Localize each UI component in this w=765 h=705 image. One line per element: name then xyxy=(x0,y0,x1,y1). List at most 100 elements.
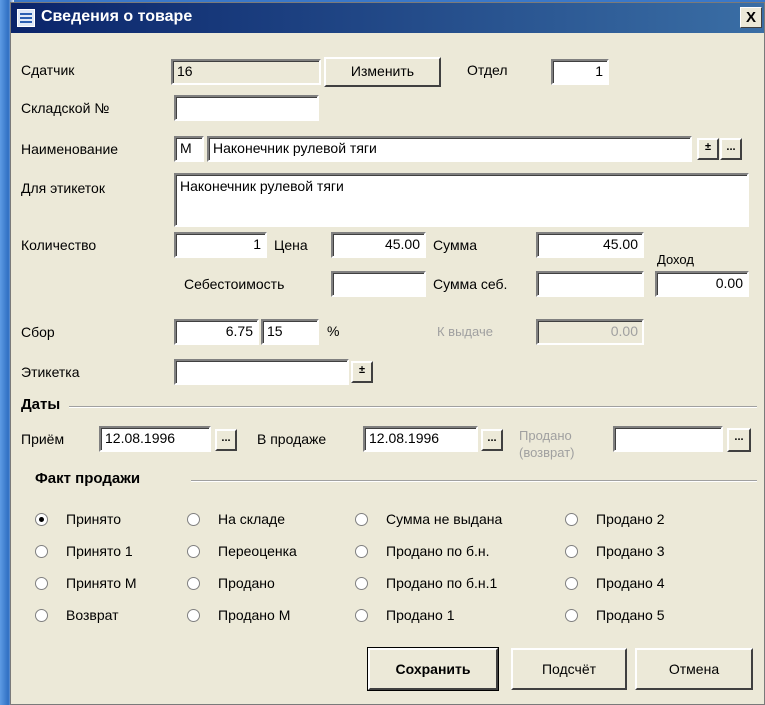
consignor-label: Сдатчик xyxy=(21,62,75,78)
sale-fact-option-label: На складе xyxy=(218,511,285,527)
received-date-label: Приём xyxy=(21,431,65,447)
consignor-field[interactable]: 16 xyxy=(171,59,321,85)
name-prefix-field[interactable]: М xyxy=(174,136,204,162)
label-text-field[interactable]: Наконечник рулевой тяги xyxy=(174,173,749,227)
sum-field[interactable]: 45.00 xyxy=(536,232,644,258)
sale-fact-option-label: Продано xyxy=(218,575,275,591)
payout-field: 0.00 xyxy=(536,319,644,345)
received-date-field[interactable]: 12.08.1996 xyxy=(99,426,211,452)
sale-fact-option-label: Продано 3 xyxy=(596,543,665,559)
sale-fact-option-label: Продано 5 xyxy=(596,607,665,623)
sale-fact-option-label: Сумма не выдана xyxy=(386,511,503,527)
quantity-label: Количество xyxy=(21,237,97,253)
department-field[interactable]: 1 xyxy=(551,59,609,85)
sale-fact-option[interactable]: Сумма не выдана xyxy=(355,511,502,527)
radio-button-icon[interactable] xyxy=(565,545,578,558)
fee-percent-field[interactable]: 15 xyxy=(261,319,319,345)
sale-fact-group-title: Факт продажи xyxy=(35,470,141,487)
radio-button-icon[interactable] xyxy=(35,577,48,590)
label-text-label: Для этикеток xyxy=(21,180,105,196)
radio-button-icon[interactable] xyxy=(355,513,368,526)
sale-fact-option[interactable]: Продано по б.н. xyxy=(355,543,489,559)
cancel-button[interactable]: Отмена xyxy=(635,648,753,690)
sale-fact-option[interactable]: Переоценка xyxy=(187,543,297,559)
tag-select[interactable] xyxy=(174,359,349,385)
sale-fact-option[interactable]: Продано 5 xyxy=(565,607,664,623)
sold-date-field[interactable] xyxy=(613,426,723,452)
quantity-field[interactable]: 1 xyxy=(174,232,267,258)
cost-sum-field[interactable] xyxy=(536,271,644,297)
on-sale-date-label: В продаже xyxy=(257,431,327,447)
count-button[interactable]: Подсчёт xyxy=(511,648,627,690)
sale-fact-option-label: Продано по б.н.1 xyxy=(386,575,498,591)
sold-date-picker-button[interactable]: ... xyxy=(727,428,751,452)
on-sale-date-picker-button[interactable]: ... xyxy=(481,429,503,451)
radio-button-icon[interactable] xyxy=(355,577,368,590)
sold-date-label: Продано (возврат) xyxy=(519,427,575,461)
warehouse-number-label: Складской № xyxy=(21,100,110,116)
title-bar: Сведения о товаре X xyxy=(11,3,764,33)
sale-fact-option[interactable]: Продано 1 xyxy=(355,607,454,623)
sale-fact-option[interactable]: Продано xyxy=(187,575,275,591)
radio-button-icon[interactable] xyxy=(187,513,200,526)
sale-fact-option[interactable]: Продано 3 xyxy=(565,543,664,559)
sale-fact-option-label: Принято М xyxy=(66,575,137,591)
radio-button-icon[interactable] xyxy=(565,577,578,590)
payout-label: К выдаче xyxy=(437,324,493,339)
price-label: Цена xyxy=(274,237,308,253)
product-info-dialog: Сведения о товаре X Сдатчик 16 Изменить … xyxy=(10,2,765,705)
sale-fact-option[interactable]: Продано М xyxy=(187,607,290,623)
sale-fact-option-label: Продано по б.н. xyxy=(386,543,490,559)
sold-date-label-line2: (возврат) xyxy=(519,445,575,460)
sale-fact-option[interactable]: На складе xyxy=(187,511,285,527)
radio-button-icon[interactable] xyxy=(35,609,48,622)
price-field[interactable]: 45.00 xyxy=(331,232,426,258)
radio-button-icon[interactable] xyxy=(187,577,200,590)
department-label: Отдел xyxy=(467,62,508,78)
income-field[interactable]: 0.00 xyxy=(655,271,749,297)
name-dropdown-button[interactable]: ± xyxy=(697,138,719,160)
radio-button-icon[interactable] xyxy=(187,545,200,558)
change-button[interactable]: Изменить xyxy=(324,57,441,87)
sale-fact-option-label: Возврат xyxy=(66,607,119,623)
fee-field[interactable]: 6.75 xyxy=(174,319,259,345)
radio-button-icon[interactable] xyxy=(187,609,200,622)
name-ellipsis-button[interactable]: ... xyxy=(720,138,742,160)
sale-fact-option[interactable]: Продано 2 xyxy=(565,511,664,527)
radio-button-icon[interactable] xyxy=(35,545,48,558)
sum-label: Сумма xyxy=(433,237,477,253)
sale-fact-option-label: Переоценка xyxy=(218,543,297,559)
dates-group-title: Даты xyxy=(21,396,61,413)
radio-button-icon[interactable] xyxy=(355,545,368,558)
radio-button-icon[interactable] xyxy=(565,513,578,526)
sale-fact-option[interactable]: Возврат xyxy=(35,607,119,623)
save-button[interactable]: Сохранить xyxy=(367,647,499,691)
sale-fact-option[interactable]: Принято xyxy=(35,511,121,527)
sale-fact-option[interactable]: Принято М xyxy=(35,575,137,591)
dates-divider xyxy=(69,406,757,408)
received-date-picker-button[interactable]: ... xyxy=(215,429,237,451)
radio-button-icon[interactable] xyxy=(35,513,48,526)
fee-label: Сбор xyxy=(21,324,55,340)
income-label: Доход xyxy=(657,252,694,267)
close-button[interactable]: X xyxy=(740,7,762,28)
radio-button-icon[interactable] xyxy=(565,609,578,622)
sale-fact-option[interactable]: Принято 1 xyxy=(35,543,133,559)
cost-field[interactable] xyxy=(331,271,426,297)
window-app-icon xyxy=(17,9,35,27)
tag-label: Этикетка xyxy=(21,364,80,380)
sale-fact-option[interactable]: Продано по б.н.1 xyxy=(355,575,497,591)
sale-fact-option-label: Продано 1 xyxy=(386,607,455,623)
sale-fact-option-label: Принято 1 xyxy=(66,543,133,559)
tag-dropdown-button[interactable]: ± xyxy=(351,361,373,383)
name-field[interactable]: Наконечник рулевой тяги xyxy=(207,136,692,162)
sale-fact-option[interactable]: Продано 4 xyxy=(565,575,664,591)
sold-date-label-line1: Продано xyxy=(519,428,572,443)
percent-sign: % xyxy=(327,323,340,339)
sale-fact-option-label: Продано М xyxy=(218,607,291,623)
radio-button-icon[interactable] xyxy=(355,609,368,622)
window-title: Сведения о товаре xyxy=(41,8,193,25)
sale-fact-divider xyxy=(191,480,757,482)
on-sale-date-field[interactable]: 12.08.1996 xyxy=(363,426,478,452)
warehouse-number-field[interactable] xyxy=(174,95,319,121)
